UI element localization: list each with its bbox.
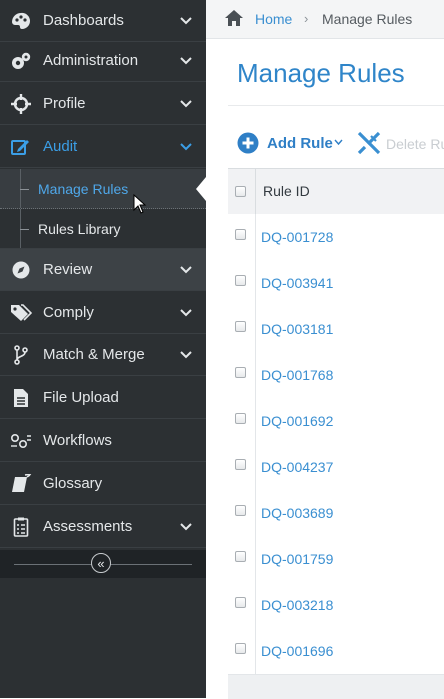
rule-id-link[interactable]: DQ-001768: [261, 367, 333, 383]
table-row[interactable]: DQ-001768: [228, 352, 444, 399]
sidebar-subitem-rules-library[interactable]: Rules Library: [0, 209, 206, 249]
rules-table: Rule ID DQ-001728 DQ-003941 DQ-003181 DQ-00…: [228, 168, 444, 699]
sidebar-item-review[interactable]: Review: [0, 249, 206, 291]
breadcrumb-separator: ›: [304, 11, 309, 26]
sidebar-item-label: File Upload: [43, 389, 119, 406]
mouse-cursor-icon: [133, 194, 147, 214]
gears-icon: [10, 50, 32, 72]
column-header-rule-id[interactable]: Rule ID: [263, 183, 310, 199]
row-checkbox[interactable]: [235, 459, 246, 470]
sidebar-item-label: Administration: [43, 52, 139, 69]
sidebar-item-label: Profile: [43, 95, 86, 112]
sidebar-subitem-label: Manage Rules: [38, 180, 129, 197]
chevron-down-icon: [180, 265, 192, 273]
sidebar-item-match-merge[interactable]: Match & Merge: [0, 334, 206, 376]
breadcrumb: Home › Manage Rules: [206, 0, 444, 39]
sidebar-item-assessments[interactable]: Assessments: [0, 506, 206, 548]
page-title: Manage Rules: [237, 58, 405, 88]
row-checkbox[interactable]: [235, 505, 246, 516]
palette-icon: [10, 10, 32, 32]
sidebar-item-workflows[interactable]: Workflows: [0, 420, 206, 462]
row-checkbox[interactable]: [235, 229, 246, 240]
file-icon: [10, 387, 32, 409]
table-row[interactable]: DQ-003941: [228, 260, 444, 307]
sidebar-item-administration[interactable]: Administration: [0, 40, 206, 82]
sidebar-item-label: Dashboards: [43, 12, 124, 29]
table-row[interactable]: DQ-001696: [228, 628, 444, 675]
rule-id-link[interactable]: DQ-001692: [261, 413, 333, 429]
home-icon[interactable]: [224, 9, 244, 27]
sidebar-subitem-label: Rules Library: [38, 220, 121, 237]
sidebar-collapse-bar: «: [0, 550, 206, 578]
chevron-down-icon: [180, 350, 192, 358]
table-header: Rule ID: [228, 169, 444, 215]
tags-icon: [10, 302, 32, 324]
rule-id-link[interactable]: DQ-001696: [261, 643, 333, 659]
row-checkbox[interactable]: [235, 413, 246, 424]
workflow-icon: [10, 430, 32, 452]
book-icon: [10, 473, 32, 495]
sidebar-item-profile[interactable]: Profile: [0, 83, 206, 125]
sidebar-item-label: Review: [43, 261, 93, 278]
rule-id-link[interactable]: DQ-003941: [261, 275, 333, 291]
sidebar-item-label: Workflows: [43, 432, 112, 449]
chevron-down-icon: [180, 308, 192, 316]
row-checkbox[interactable]: [235, 597, 246, 608]
plus-circle-icon[interactable]: [237, 132, 259, 154]
row-checkbox[interactable]: [235, 551, 246, 562]
sidebar-item-label: Match & Merge: [43, 346, 145, 363]
sidebar-item-glossary[interactable]: Glossary: [0, 463, 206, 505]
breadcrumb-current: Manage Rules: [322, 11, 413, 27]
add-rule-button[interactable]: Add Rule: [267, 135, 333, 152]
branch-icon: [10, 344, 32, 366]
compass-icon: [10, 259, 32, 281]
chevron-down-icon: [180, 142, 192, 150]
delete-rule-button[interactable]: Delete Ru: [386, 136, 444, 152]
caret-down-icon[interactable]: [334, 139, 343, 146]
table-row[interactable]: DQ-001759: [228, 536, 444, 583]
rule-id-link[interactable]: DQ-003218: [261, 597, 333, 613]
collapse-sidebar-button[interactable]: «: [91, 553, 111, 573]
rule-id-link[interactable]: DQ-003181: [261, 321, 333, 337]
active-pointer: [196, 177, 206, 201]
row-checkbox[interactable]: [235, 643, 246, 654]
sidebar-item-label: Audit: [43, 138, 78, 155]
breadcrumb-home-link[interactable]: Home: [255, 11, 292, 27]
table-row[interactable]: DQ-001692: [228, 398, 444, 445]
divider: [228, 105, 444, 106]
sidebar-item-audit[interactable]: Audit: [0, 126, 206, 168]
table-row[interactable]: DQ-003218: [228, 582, 444, 629]
sidebar-item-dashboards[interactable]: Dashboards: [0, 0, 206, 42]
sidebar-subitem-manage-rules[interactable]: Manage Rules: [0, 169, 206, 209]
toolbar: Add Rule Delete Ru: [228, 126, 444, 162]
chevron-down-icon: [180, 99, 192, 107]
select-all-checkbox[interactable]: [235, 186, 246, 197]
row-checkbox[interactable]: [235, 275, 246, 286]
checklist-icon: [10, 516, 32, 538]
delete-icon[interactable]: [356, 130, 382, 156]
row-checkbox[interactable]: [235, 321, 246, 332]
rule-id-link[interactable]: DQ-001728: [261, 229, 333, 245]
sidebar-item-label: Assessments: [43, 518, 133, 535]
table-row[interactable]: DQ-003689: [228, 490, 444, 537]
sidebar-item-comply[interactable]: Comply: [0, 292, 206, 334]
chevron-down-icon: [180, 522, 192, 530]
sidebar-item-label: Glossary: [43, 475, 103, 492]
table-row[interactable]: DQ-004237: [228, 444, 444, 491]
chevron-down-icon: [180, 56, 192, 64]
row-checkbox[interactable]: [235, 367, 246, 378]
table-row[interactable]: DQ-001728: [228, 214, 444, 261]
crosshair-icon: [10, 93, 32, 115]
chevron-down-icon: [180, 16, 192, 24]
edit-icon: [10, 136, 32, 158]
table-row[interactable]: DQ-003181: [228, 306, 444, 353]
rule-id-link[interactable]: DQ-001759: [261, 551, 333, 567]
sidebar-item-file-upload[interactable]: File Upload: [0, 377, 206, 419]
sidebar: Dashboards Administration Profile Audit …: [0, 0, 206, 698]
sidebar-item-label: Comply: [43, 304, 94, 321]
rule-id-link[interactable]: DQ-003689: [261, 505, 333, 521]
rule-id-link[interactable]: DQ-004237: [261, 459, 333, 475]
